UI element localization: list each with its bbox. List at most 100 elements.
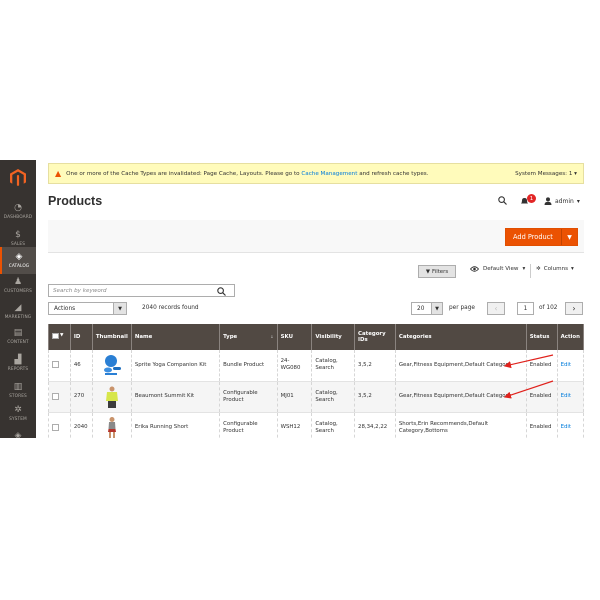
add-product-label: Add Product bbox=[513, 233, 553, 241]
page-actions-band bbox=[48, 220, 584, 253]
cell-action: Edit bbox=[556, 381, 585, 413]
cell-id: 46 bbox=[69, 350, 93, 382]
column-header-sku[interactable]: SKU bbox=[276, 324, 313, 350]
product-thumbnail[interactable] bbox=[96, 385, 128, 409]
layout-icon: ▤ bbox=[13, 328, 23, 338]
edit-link[interactable]: Edit bbox=[561, 362, 571, 368]
product-thumbnail[interactable] bbox=[96, 353, 128, 377]
sidebar-item-customers[interactable]: ♟ CUSTOMERS bbox=[0, 272, 36, 299]
column-header-status[interactable]: Status bbox=[525, 324, 558, 350]
cell-thumbnail[interactable] bbox=[91, 412, 132, 438]
row-checkbox[interactable] bbox=[52, 423, 59, 431]
sidebar-item-marketing[interactable]: ◢ MARKETING bbox=[0, 298, 36, 325]
bar-chart-icon: ▟ bbox=[14, 355, 22, 365]
box-icon: ◈ bbox=[14, 430, 22, 439]
filters-button[interactable]: ▼ Filters bbox=[418, 265, 456, 278]
mass-actions-select[interactable]: Actions ▼ bbox=[48, 302, 127, 315]
type-header-label: Type bbox=[223, 333, 238, 340]
grid-header-row: ▼ ID Thumbnail Name Type ↓ SKU Visibility… bbox=[48, 324, 585, 350]
columns-dropdown[interactable]: ✲ Columns ▾ bbox=[536, 266, 574, 272]
cell-thumbnail[interactable] bbox=[91, 381, 132, 413]
cell-action: Edit bbox=[556, 412, 585, 438]
add-product-button[interactable]: Add Product ▼ bbox=[505, 228, 578, 246]
sidebar-item-reports[interactable]: ▟ REPORTS bbox=[0, 350, 36, 377]
next-page-button[interactable]: › bbox=[565, 302, 583, 315]
admin-frame: ◔ DASHBOARD $ SALES ◈ CATALOG ♟ CUSTOMERS ◢ MARKE… bbox=[0, 160, 600, 438]
column-header-id[interactable]: ID bbox=[69, 324, 93, 350]
cell-name: Beaumont Summit Kit bbox=[130, 381, 221, 413]
magento-logo-icon bbox=[10, 169, 26, 186]
sidebar-item-dashboard[interactable]: ◔ DASHBOARD bbox=[0, 198, 36, 225]
chevron-down-icon: ▼ bbox=[431, 303, 442, 314]
cell-sku: 24-WG080 bbox=[276, 350, 313, 382]
mass-select-control[interactable]: ▼ bbox=[52, 333, 63, 340]
column-header-type[interactable]: Type ↓ bbox=[219, 324, 278, 350]
page-title: Products bbox=[48, 194, 103, 208]
column-header-name[interactable]: Name bbox=[130, 324, 221, 350]
cell-categories: Gear,Fitness Equipment,Default Category bbox=[394, 350, 527, 382]
magento-logo[interactable] bbox=[0, 160, 36, 196]
table-row[interactable]: 2040 Erika Running Short Configurable Prod… bbox=[48, 412, 585, 438]
global-search-icon[interactable] bbox=[498, 196, 507, 208]
cell-status: Enabled bbox=[525, 412, 558, 438]
table-row[interactable]: 270 Beaumont Summit Kit Configurable Produ… bbox=[48, 381, 585, 413]
row-checkbox[interactable] bbox=[52, 392, 59, 400]
column-header-visibility[interactable]: Visibility bbox=[311, 324, 356, 350]
cell-type: Configurable Product bbox=[219, 412, 278, 438]
mass-select-checkbox[interactable] bbox=[52, 332, 59, 339]
chevron-right-icon: › bbox=[572, 304, 576, 313]
records-count: 2040 records found bbox=[142, 305, 199, 311]
store-icon: ▥ bbox=[13, 382, 23, 392]
cube-icon: ◈ bbox=[15, 252, 23, 262]
edit-link[interactable]: Edit bbox=[561, 393, 571, 399]
mass-select-header[interactable]: ▼ bbox=[48, 324, 71, 350]
cache-management-link[interactable]: Cache Management bbox=[301, 171, 357, 177]
keyword-search-input[interactable]: Search by keyword bbox=[48, 284, 235, 297]
cell-sku: MJ01 bbox=[276, 381, 313, 413]
sidebar-item-label: CONTENT bbox=[7, 340, 29, 345]
product-thumbnail[interactable] bbox=[96, 416, 128, 438]
cell-status: Enabled bbox=[525, 381, 558, 413]
system-messages[interactable]: System Messages: 1 ▾ bbox=[515, 171, 577, 177]
row-select-cell[interactable] bbox=[48, 381, 71, 413]
cell-thumbnail[interactable] bbox=[91, 350, 132, 382]
row-select-cell[interactable] bbox=[48, 350, 71, 382]
column-header-category-ids[interactable]: Category IDs bbox=[354, 324, 396, 350]
chevron-down-icon: ▼ bbox=[60, 332, 64, 338]
admin-sidebar: ◔ DASHBOARD $ SALES ◈ CATALOG ♟ CUSTOMERS ◢ MARKE… bbox=[0, 160, 36, 438]
column-header-thumbnail: Thumbnail bbox=[91, 324, 132, 350]
cell-category-ids: 28,34,2,22 bbox=[354, 412, 396, 438]
add-product-dropdown-toggle[interactable]: ▼ bbox=[561, 229, 577, 245]
per-page-select[interactable]: 20 ▼ bbox=[411, 302, 443, 315]
cell-visibility: Catalog, Search bbox=[311, 381, 356, 413]
previous-page-button[interactable]: ‹ bbox=[487, 302, 505, 315]
sidebar-item-content[interactable]: ▤ CONTENT bbox=[0, 323, 36, 350]
per-page-value: 20 bbox=[417, 305, 425, 312]
page-total: of 102 bbox=[539, 305, 558, 311]
actions-label: Actions bbox=[54, 305, 76, 312]
sidebar-item-label: DASHBOARD bbox=[3, 215, 33, 220]
page-number-input[interactable]: 1 bbox=[517, 302, 534, 315]
user-icon bbox=[544, 197, 552, 205]
cell-sku: WSH12 bbox=[276, 412, 313, 438]
cell-type: Bundle Product bbox=[219, 350, 278, 382]
eye-icon bbox=[470, 266, 479, 272]
sort-arrow-icon: ↓ bbox=[270, 333, 274, 339]
sidebar-item-label: MARKETING bbox=[4, 315, 32, 320]
edit-link[interactable]: Edit bbox=[561, 424, 571, 430]
admin-user-menu[interactable]: admin ▾ bbox=[544, 197, 580, 205]
sidebar-item-extra[interactable]: ◈ bbox=[0, 422, 36, 439]
default-view-dropdown[interactable]: Default View ▾ bbox=[470, 266, 525, 272]
search-icon[interactable] bbox=[217, 285, 226, 299]
row-select-cell[interactable] bbox=[48, 412, 71, 438]
admin-username: admin bbox=[555, 197, 574, 205]
row-checkbox[interactable] bbox=[52, 361, 59, 369]
table-row[interactable]: 46 Sprite Yoga Companion Kit Bundle Produc… bbox=[48, 350, 585, 382]
sidebar-item-catalog[interactable]: ◈ CATALOG bbox=[0, 247, 36, 274]
per-page-label: per page bbox=[449, 305, 475, 311]
cell-categories: Shorts,Erin Recommends,Default Category,… bbox=[394, 412, 527, 438]
product-thumbnail-image bbox=[103, 355, 121, 376]
person-icon: ♟ bbox=[13, 277, 23, 287]
column-header-categories[interactable]: Categories bbox=[394, 324, 527, 350]
notification-badge: 1 bbox=[527, 194, 536, 203]
